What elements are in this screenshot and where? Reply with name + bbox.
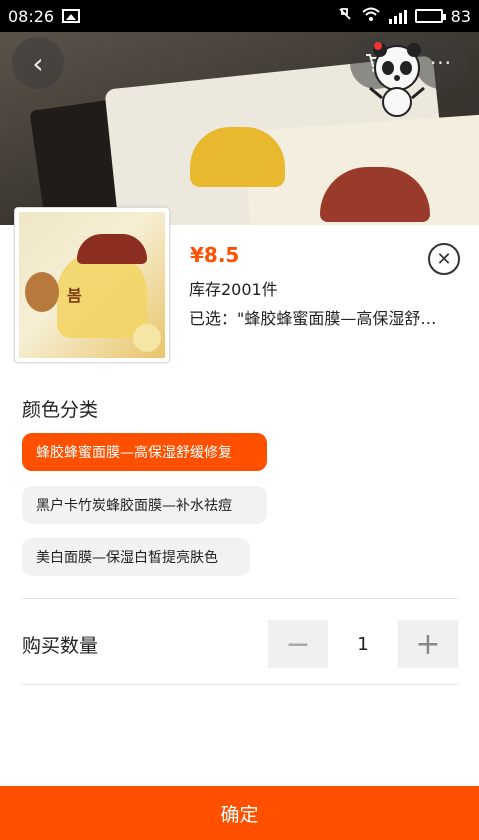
battery-icon — [414, 9, 446, 23]
close-icon: ✕ — [436, 248, 452, 270]
status-bar: 08:26 83 — [0, 0, 479, 32]
plus-icon: + — [415, 626, 441, 662]
variant-option-3[interactable]: 美白面膜—保湿白皙提亮肤色 — [22, 538, 250, 576]
variant-option-1[interactable]: 蜂胶蜂蜜面膜—高保湿舒缓修复 — [22, 433, 267, 471]
thumbnail-brand-text: 봄 — [67, 286, 82, 305]
confirm-button[interactable]: 确定 — [0, 786, 479, 840]
back-button[interactable]: ‹ — [12, 37, 64, 89]
signal-icon — [388, 8, 407, 24]
product-stock: 库存2001件 — [189, 280, 278, 299]
close-button[interactable]: ✕ — [428, 243, 460, 275]
variant-option-2[interactable]: 黑户卡竹炭蜂胶面膜—补水祛痘 — [22, 486, 267, 524]
minus-icon: − — [285, 626, 311, 662]
divider — [22, 598, 458, 599]
product-price: ¥8.5 — [190, 243, 240, 267]
product-thumbnail: 봄 — [14, 207, 170, 363]
selected-variant-text: 已选："蜂胶蜂蜜面膜—高保湿舒… — [189, 309, 437, 328]
quantity-increase-button[interactable]: + — [398, 620, 458, 668]
mute-icon — [337, 6, 353, 26]
more-icon: ··· — [429, 51, 453, 75]
status-time: 08:26 — [8, 6, 55, 26]
quantity-decrease-button[interactable]: − — [268, 620, 328, 668]
panda-sticker — [362, 40, 432, 124]
color-category-title: 颜色分类 — [22, 399, 99, 421]
wifi-icon — [361, 6, 381, 26]
battery-level: 83 — [450, 6, 471, 26]
chevron-left-icon: ‹ — [32, 46, 44, 80]
image-notification-icon — [62, 9, 81, 23]
quantity-value[interactable]: 1 — [328, 620, 398, 668]
divider — [22, 684, 458, 685]
quantity-label: 购买数量 — [22, 635, 99, 657]
